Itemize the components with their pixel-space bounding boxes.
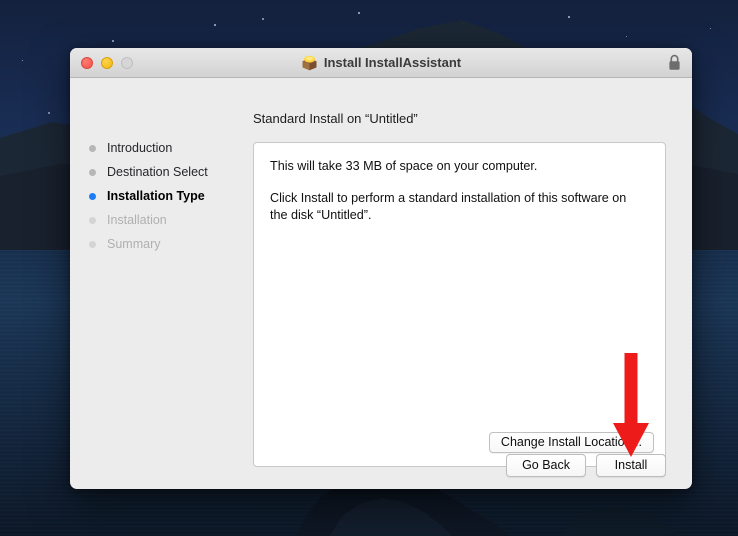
step-sidebar: Introduction Destination Select Installa…	[70, 136, 250, 256]
footer-button-group: Go Back Install	[506, 454, 666, 477]
minimize-button[interactable]	[101, 56, 113, 69]
step-dot-icon	[89, 240, 96, 248]
window-title-text: Install InstallAssistant	[323, 55, 462, 70]
page-title: Standard Install on “Untitled”	[253, 111, 418, 126]
install-description: This will take 33 MB of space on your co…	[254, 143, 665, 224]
sidebar-item-label: Summary	[107, 237, 161, 251]
traffic-light-group	[81, 56, 133, 69]
window-title-group: Install InstallAssistant	[70, 55, 692, 71]
zoom-button	[121, 56, 133, 69]
content-panel: This will take 33 MB of space on your co…	[253, 142, 666, 467]
lock-icon[interactable]	[668, 54, 681, 71]
go-back-button[interactable]: Go Back	[506, 454, 586, 477]
change-install-location-button[interactable]: Change Install Location...	[488, 432, 654, 453]
sidebar-item-introduction[interactable]: Introduction	[70, 136, 250, 160]
sidebar-item-destination-select[interactable]: Destination Select	[70, 160, 250, 184]
sidebar-item-installation: Installation	[70, 208, 250, 232]
installer-package-icon	[302, 55, 317, 70]
sidebar-item-label: Destination Select	[107, 165, 208, 179]
sidebar-item-label: Installation Type	[107, 189, 205, 203]
space-requirement-text: This will take 33 MB of space on your co…	[270, 159, 538, 173]
step-dot-icon	[89, 168, 96, 176]
sidebar-item-summary: Summary	[70, 232, 250, 256]
close-button[interactable]	[81, 56, 93, 69]
installer-window: Install InstallAssistant Standard Instal…	[70, 48, 692, 489]
window-body: Standard Install on “Untitled” Introduct…	[70, 78, 692, 489]
sidebar-item-label: Introduction	[107, 141, 173, 155]
install-instruction-text: Click Install to perform a standard inst…	[270, 191, 627, 222]
sidebar-item-installation-type[interactable]: Installation Type	[70, 184, 250, 208]
install-button[interactable]: Install	[596, 454, 666, 477]
sidebar-item-label: Installation	[107, 213, 167, 227]
step-dot-icon	[89, 216, 96, 224]
step-dot-icon-active	[89, 192, 96, 200]
window-titlebar[interactable]: Install InstallAssistant	[70, 48, 692, 78]
step-dot-icon	[89, 144, 96, 152]
